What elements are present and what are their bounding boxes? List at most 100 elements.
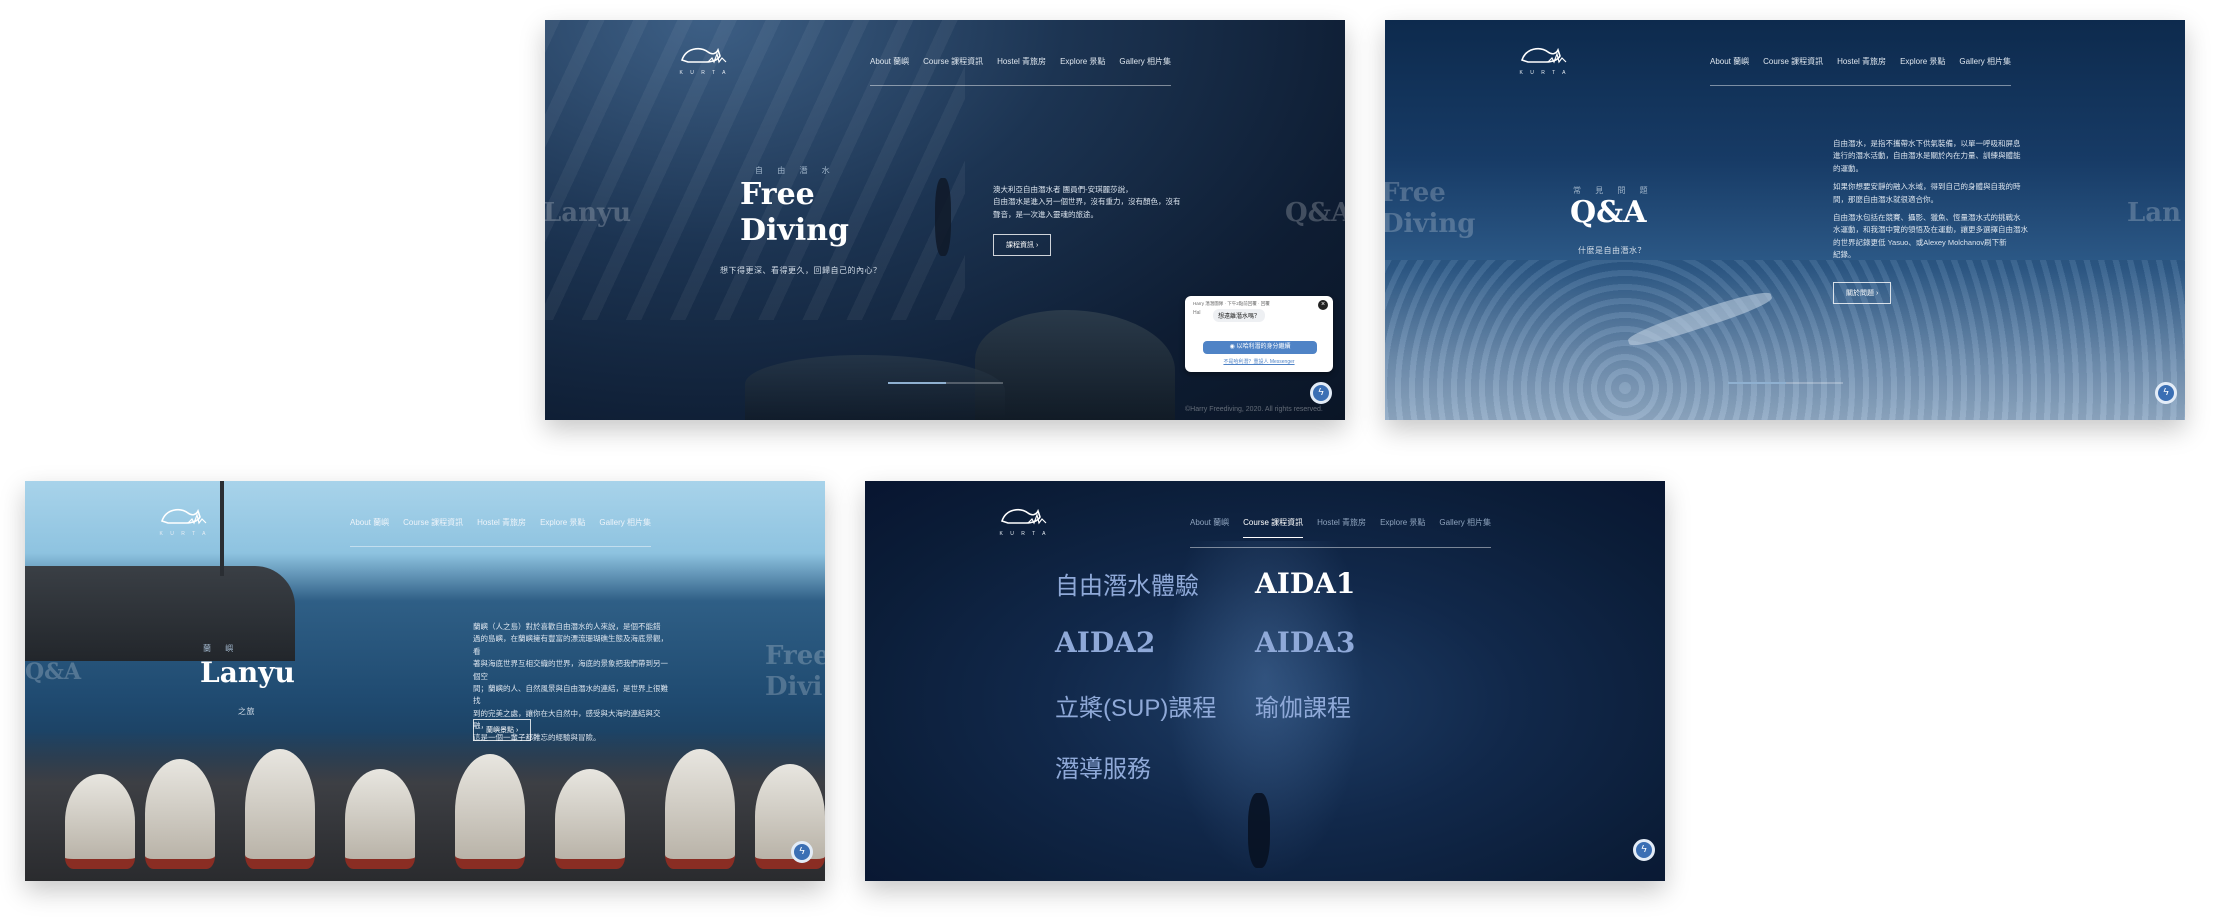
course-info-button[interactable]: 課程資訊 › <box>993 234 1052 256</box>
section-kicker: 蘭 嶼 <box>203 644 240 653</box>
messenger-icon: ϟ <box>1641 844 1647 855</box>
ghost-slide-label-next[interactable]: Q&A <box>1285 198 1345 229</box>
nav-explore[interactable]: Explore 景點 <box>1900 56 1945 76</box>
nav-hostel[interactable]: Hostel 青旅房 <box>477 517 526 537</box>
ghost-slide-label-next[interactable]: Lan <box>2127 198 2181 229</box>
logo[interactable]: K U R T A <box>1518 42 1570 76</box>
arrow-right-icon: › <box>1035 242 1039 249</box>
close-icon[interactable]: × <box>1318 300 1328 310</box>
logo[interactable]: K U R T A <box>678 42 730 76</box>
hero-subtitle: 什麼是自由潛水？ <box>1578 246 1646 255</box>
canoe-decoration <box>345 769 415 869</box>
nav-course[interactable]: Course 課程資訊 <box>923 56 983 76</box>
switch-account-link[interactable]: 不是哈利潛？重設人 Messenger <box>1185 358 1333 365</box>
nav-hostel[interactable]: Hostel 青旅房 <box>997 56 1046 76</box>
nav-about[interactable]: About 蘭嶼 <box>870 56 909 76</box>
whale-logo-icon <box>680 47 727 64</box>
ghost-slide-label-prev[interactable]: Q&A <box>25 659 81 685</box>
messenger-small-icon: ◉ <box>1229 344 1235 350</box>
slide-progress-fill <box>888 382 946 384</box>
nav-gallery[interactable]: Gallery 相片集 <box>1439 517 1491 538</box>
description-line: 聲音，是一次進入靈魂的旅途。 <box>993 209 1098 219</box>
ghost-line: Diving <box>1385 209 1476 240</box>
canoe-decoration <box>65 774 135 869</box>
description-line: 的運動。 <box>1833 163 1863 173</box>
description-line: 自由潛水，是指不攜帶水下供氣裝備，以單一呼吸和屏息 <box>1833 139 2021 148</box>
logo-text: K U R T A <box>999 531 1049 537</box>
messenger-chat-button[interactable]: ϟ <box>791 841 813 863</box>
messenger-popup: Harry 潛潛團隊 · 下午2點前回覆 · 回覆 Hal 想遠離潛水嗎？ × … <box>1185 296 1333 372</box>
screenshot-lanyu: K U R T A About 蘭嶼 Course 課程資訊 Hostel 青旅… <box>25 481 825 881</box>
popup-avatar-label: Hal <box>1193 310 1201 316</box>
whale-logo-icon <box>160 508 207 525</box>
nav-gallery[interactable]: Gallery 相片集 <box>1959 56 2011 76</box>
ghost-slide-label-prev[interactable]: Lanyu <box>545 198 631 229</box>
ghost-line: Divi <box>765 672 823 703</box>
continue-as-button[interactable]: ◉ 以哈利潛的身分繼續 <box>1203 341 1317 354</box>
hero-title: Free Diving <box>740 177 849 249</box>
description-line: 紀錄。 <box>1833 250 1856 259</box>
main-nav: About 蘭嶼 Course 課程資訊 Hostel 青旅房 Explore … <box>1190 517 1491 548</box>
logo[interactable]: K U R T A <box>158 503 210 537</box>
description-line: 水運動，和我潛中覽的領悟及在運動，讓更多選擇自由潛水 <box>1833 225 2028 235</box>
nav-course[interactable]: Course 課程資訊 <box>1763 56 1823 76</box>
rock-decoration <box>745 355 1005 420</box>
description-line: 間，那麼自由潛水就很適合你。 <box>1833 194 1938 204</box>
description-line: 的世界記錄更低 Yasuo、或Alexey Molchanov刷下新 <box>1833 237 2007 247</box>
course-link-aida1[interactable]: AIDA1 <box>1255 567 1355 600</box>
nav-gallery[interactable]: Gallery 相片集 <box>599 517 651 537</box>
qa-button[interactable]: 關於問題 › <box>1833 282 1892 304</box>
pole-decoration <box>220 481 224 576</box>
course-link-aida3[interactable]: AIDA3 <box>1255 626 1355 659</box>
description-line: 如果你想要安靜的融入水域，得到自己的身體與自我的時 <box>1833 182 2021 192</box>
button-label: 蘭嶼景點 <box>486 727 514 734</box>
logo-text: K U R T A <box>679 70 729 76</box>
screenshot-course-menu: K U R T A About 蘭嶼 Course 課程資訊 Hostel 青旅… <box>865 481 1665 881</box>
nav-about[interactable]: About 蘭嶼 <box>350 517 389 537</box>
course-link-yoga[interactable]: 瑜伽課程 <box>1255 688 1351 723</box>
rock-decoration <box>975 310 1175 420</box>
slide-progress <box>1728 382 1843 384</box>
hero-title-line1: Free <box>740 177 815 212</box>
whale-logo-icon <box>1000 508 1047 525</box>
nav-about[interactable]: About 蘭嶼 <box>1710 56 1749 76</box>
nav-gallery[interactable]: Gallery 相片集 <box>1119 56 1171 76</box>
whale-logo-icon <box>1520 47 1567 64</box>
course-link-dive-guide[interactable]: 潛導服務 <box>1055 749 1151 784</box>
button-label: 關於問題 <box>1846 290 1874 297</box>
canoe-decoration <box>555 769 625 869</box>
nav-hostel[interactable]: Hostel 青旅房 <box>1837 56 1886 76</box>
messenger-chat-button[interactable]: ϟ <box>2155 382 2177 404</box>
main-nav: About 蘭嶼 Course 課程資訊 Hostel 青旅房 Explore … <box>350 517 651 547</box>
main-nav: About 蘭嶼 Course 課程資訊 Hostel 青旅房 Explore … <box>1710 56 2011 86</box>
messenger-chat-button[interactable]: ϟ <box>1310 382 1332 404</box>
cta-label: 以哈利潛的身分繼續 <box>1236 344 1291 350</box>
description-line: 自由潛水是進入另一個世界，沒有重力，沒有顏色，沒有 <box>993 197 1181 207</box>
screenshot-qa: K U R T A About 蘭嶼 Course 課程資訊 Hostel 青旅… <box>1385 20 2185 420</box>
section-kicker: 自 由 潛 水 <box>755 166 836 175</box>
ghost-slide-label-next[interactable]: Free Divi <box>765 641 825 703</box>
slide-progress <box>888 382 1003 384</box>
canoe-decoration <box>145 759 215 869</box>
course-link-sup[interactable]: 立槳(SUP)課程 <box>1055 688 1216 723</box>
messenger-chat-button[interactable]: ϟ <box>1633 839 1655 861</box>
hero-title: Lanyu <box>200 656 295 689</box>
description-line: 進行的潛水活動，自由潛水是關於內在力量、訓練與體能 <box>1833 151 2021 161</box>
description-line: 澳大利亞自由潛水者 團員們-安琪麗莎說， <box>993 185 1133 194</box>
nav-hostel[interactable]: Hostel 青旅房 <box>1317 517 1366 538</box>
nav-course[interactable]: Course 課程資訊 <box>403 517 463 537</box>
course-link-freediving-experience[interactable]: 自由潛水體驗 <box>1055 566 1199 601</box>
nav-explore[interactable]: Explore 景點 <box>1380 517 1425 538</box>
button-label: 課程資訊 <box>1006 242 1034 249</box>
nav-course[interactable]: Course 課程資訊 <box>1243 517 1304 538</box>
nav-explore[interactable]: Explore 景點 <box>540 517 585 537</box>
nav-about[interactable]: About 蘭嶼 <box>1190 517 1229 538</box>
logo[interactable]: K U R T A <box>998 503 1050 537</box>
nav-explore[interactable]: Explore 景點 <box>1060 56 1105 76</box>
course-link-aida2[interactable]: AIDA2 <box>1055 626 1155 659</box>
ghost-slide-label-prev[interactable]: Free Diving <box>1385 178 1476 240</box>
hero-subtitle: 之旅 <box>238 707 255 716</box>
canoe-decoration <box>665 749 735 869</box>
logo-text: K U R T A <box>159 531 209 537</box>
lanyu-spots-button[interactable]: 蘭嶼景點 › <box>473 719 532 741</box>
